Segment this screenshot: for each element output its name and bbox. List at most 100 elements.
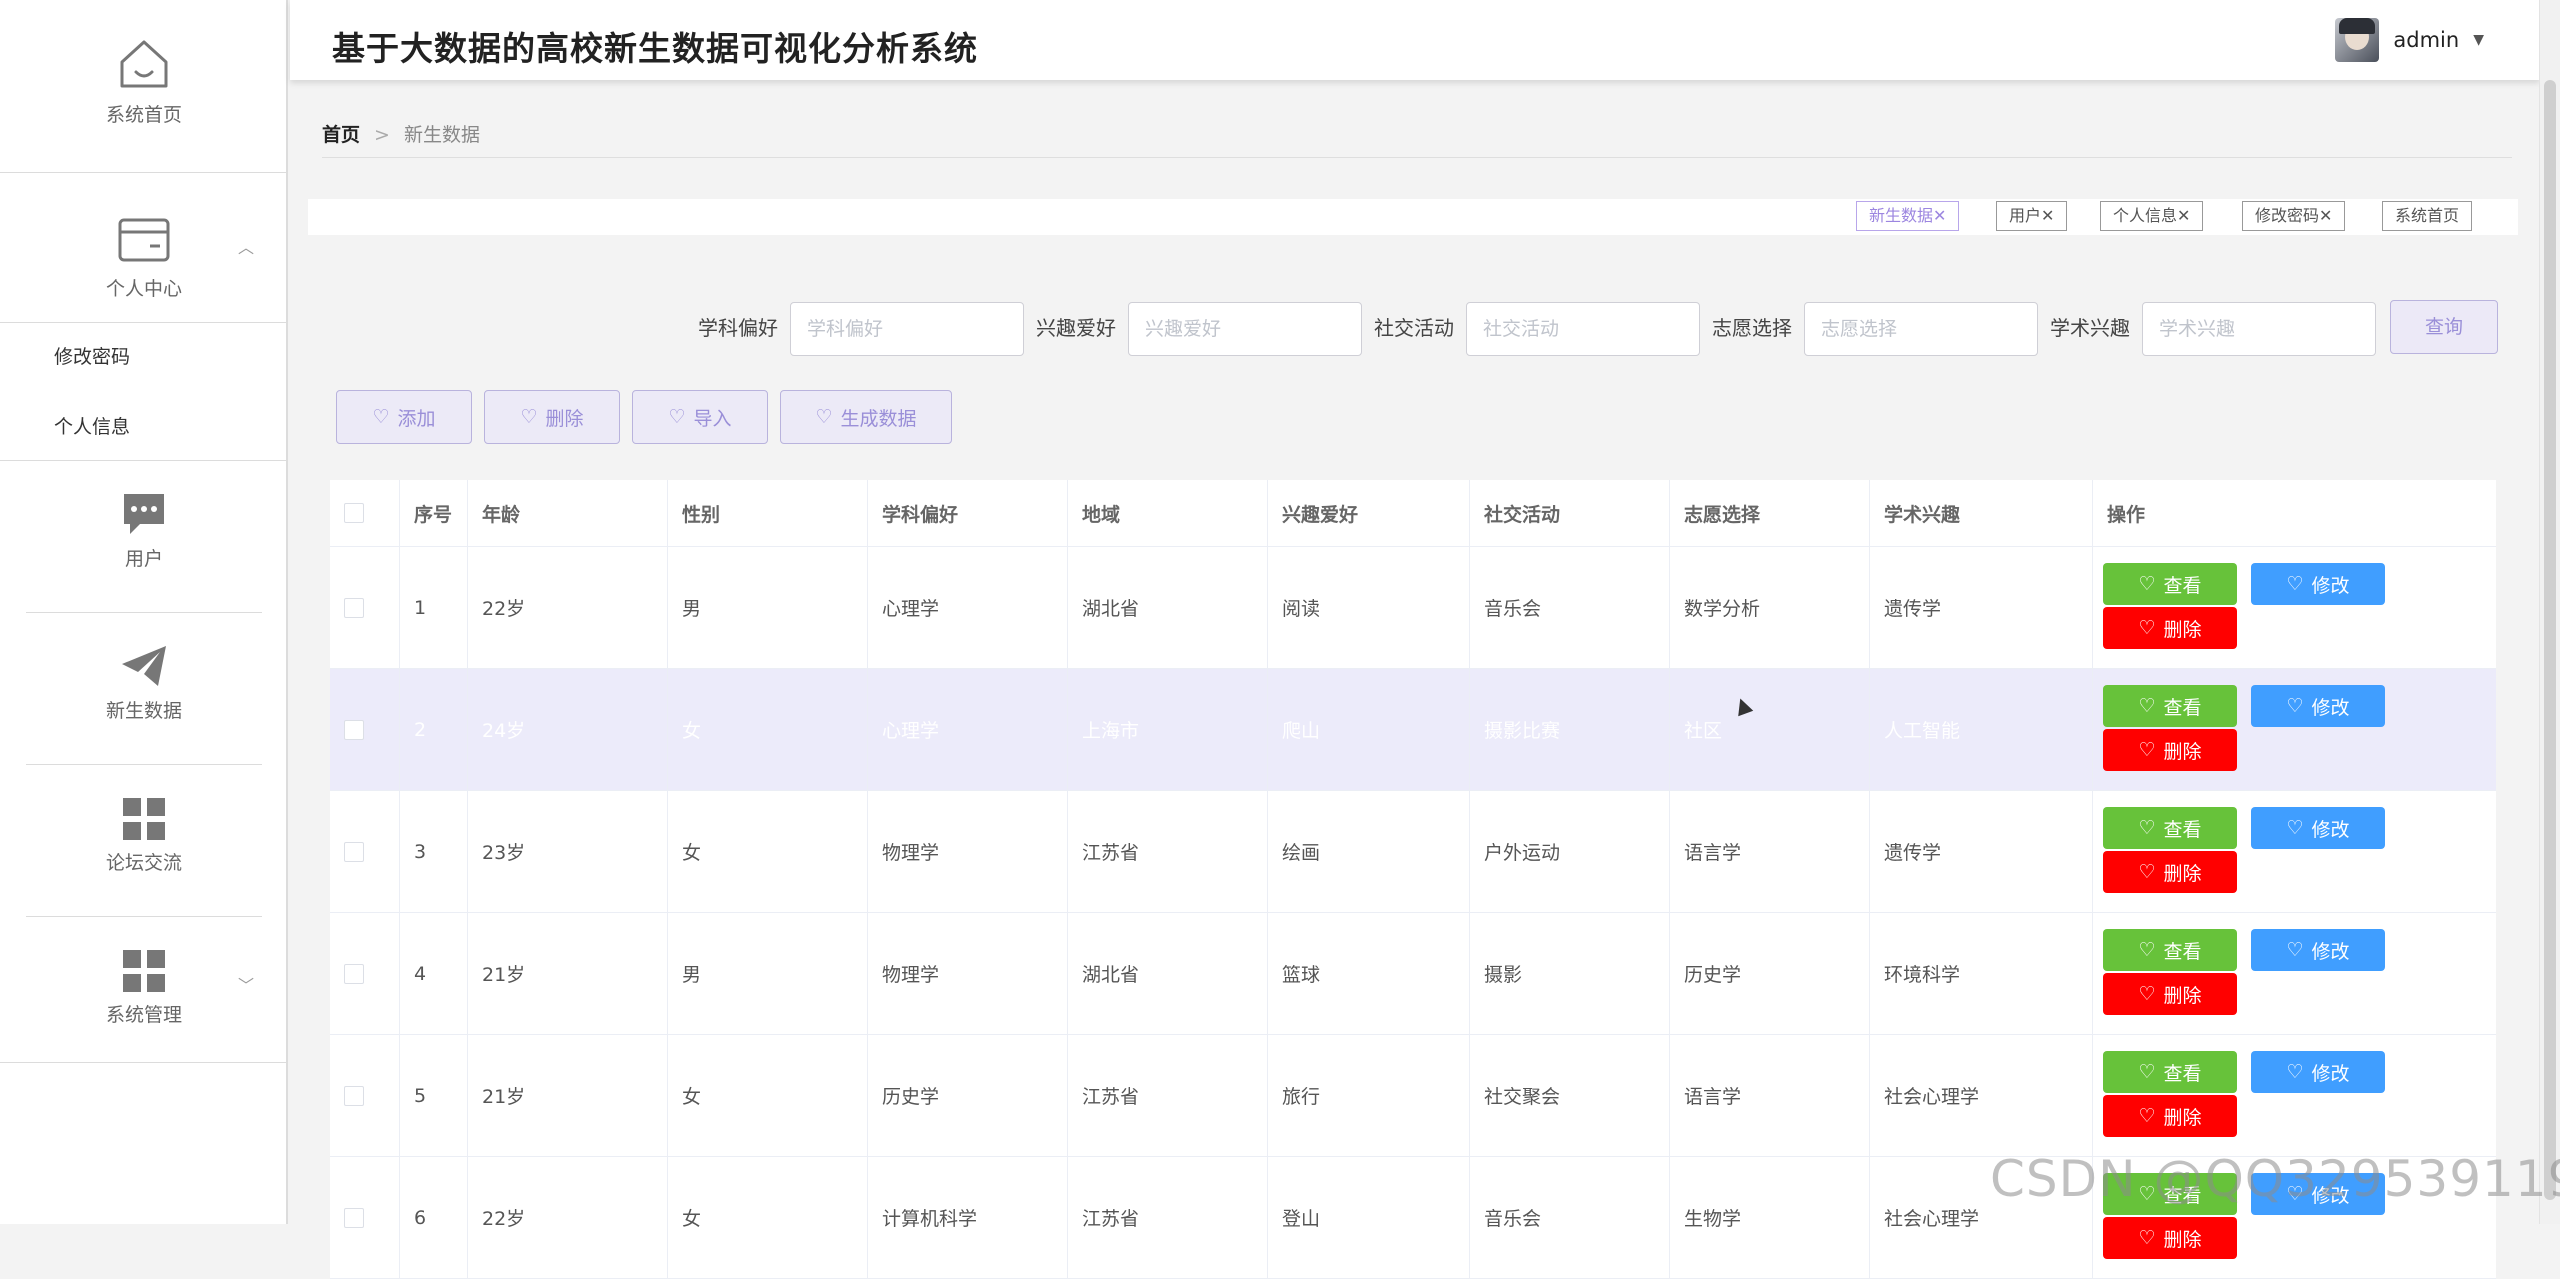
row-delete-button[interactable]: ♡ 删除: [2103, 729, 2237, 771]
row-select-cell: [330, 1035, 400, 1156]
tag-change-password[interactable]: 修改密码✕: [2242, 201, 2346, 231]
watermark: CSDN @QQ3295391197: [1990, 1150, 2560, 1208]
row-operations: ♡ 查看 ♡ 修改 ♡ 删除: [2093, 669, 2496, 790]
row-checkbox[interactable]: [344, 841, 364, 862]
table-cell: 21岁: [468, 1035, 668, 1156]
import-button[interactable]: ♡ 导入: [632, 390, 768, 444]
query-button[interactable]: 查询: [2390, 300, 2498, 354]
table-cell: 心理学: [868, 547, 1068, 668]
table-row[interactable]: 5 21岁女历史学 江苏省 旅行 社交聚会 语言学 社会心理学 ♡ 查看 ♡ 修改 ♡ 删除: [330, 1035, 2496, 1157]
table-cell: 1: [400, 547, 468, 668]
row-checkbox[interactable]: [344, 963, 364, 984]
scrollbar-thumb[interactable]: [2544, 80, 2556, 1200]
sidebar-subitem-change-password[interactable]: 修改密码: [54, 342, 130, 369]
table-row[interactable]: 3 23岁女物理学 江苏省 绘画 户外运动 语言学 遗传学 ♡ 查看 ♡ 修改 ♡ 删除: [330, 791, 2496, 913]
sidebar-item-user[interactable]: 用户: [0, 492, 288, 571]
hobby-input[interactable]: [1128, 302, 1362, 356]
row-delete-button[interactable]: ♡ 删除: [2103, 973, 2237, 1015]
sidebar-item-freshman-data[interactable]: 新生数据: [0, 644, 288, 723]
row-select-cell: [330, 669, 400, 790]
social-input[interactable]: [1466, 302, 1700, 356]
add-button[interactable]: ♡ 添加: [336, 390, 472, 444]
tag-home[interactable]: 系统首页: [2382, 201, 2473, 231]
row-delete-button-label: 删除: [2163, 862, 2202, 885]
row-delete-button[interactable]: ♡ 删除: [2103, 1095, 2237, 1137]
row-delete-button[interactable]: ♡ 删除: [2103, 1217, 2237, 1259]
app-title: 基于大数据的高校新生数据可视化分析系统: [332, 29, 978, 68]
row-delete-button[interactable]: ♡ 删除: [2103, 607, 2237, 649]
edit-button[interactable]: ♡ 修改: [2251, 685, 2385, 727]
row-checkbox[interactable]: [344, 597, 364, 618]
row-checkbox[interactable]: [344, 719, 364, 740]
user-name: admin: [2393, 28, 2460, 52]
col-header: 性别: [668, 480, 868, 546]
table-row[interactable]: 4 21岁男物理学 湖北省 篮球 摄影 历史学 环境科学 ♡ 查看 ♡ 修改 ♡ 删除: [330, 913, 2496, 1035]
table-cell: 社区: [1670, 669, 1870, 790]
vertical-scrollbar[interactable]: [2539, 0, 2560, 1224]
heart-icon: ♡: [2138, 617, 2156, 639]
view-button-label: 查看: [2163, 818, 2202, 841]
sidebar-item-label: 论坛交流: [105, 852, 182, 874]
table-cell: 篮球: [1268, 913, 1470, 1034]
sidebar-item-home[interactable]: 系统首页: [0, 36, 288, 127]
edit-button[interactable]: ♡ 修改: [2251, 807, 2385, 849]
tag-freshman-data[interactable]: 新生数据✕: [1856, 201, 1960, 231]
sidebar-item-label: 用户: [124, 548, 163, 570]
delete-button[interactable]: ♡ 删除: [484, 390, 620, 444]
add-button-label: 添加: [397, 407, 436, 430]
sidebar-item-forum[interactable]: 论坛交流: [0, 798, 288, 875]
table-cell: 历史学: [1670, 913, 1870, 1034]
edit-button[interactable]: ♡ 修改: [2251, 1051, 2385, 1093]
select-all-checkbox[interactable]: [344, 503, 364, 523]
table-row[interactable]: 2 24岁女心理学 上海市 爬山 摄影比赛 社区 人工智能 ♡ 查看 ♡ 修改 ♡ 删除: [330, 669, 2496, 791]
table-cell: 女: [668, 1157, 868, 1278]
sidebar-subitem-personal-info[interactable]: 个人信息: [54, 412, 130, 439]
row-delete-button-label: 删除: [2163, 618, 2202, 641]
sidebar-item-personal-center[interactable]: 个人中心 ︿: [0, 214, 288, 301]
heart-icon: ♡: [2138, 573, 2156, 595]
heart-icon: ♡: [520, 406, 538, 428]
edit-button-label: 修改: [2311, 574, 2350, 597]
heart-icon: ♡: [2138, 983, 2156, 1005]
row-checkbox[interactable]: [344, 1085, 364, 1106]
divider: [0, 322, 288, 323]
sidebar-item-system-mgmt[interactable]: 系统管理 ﹀: [0, 950, 288, 1027]
academic-input[interactable]: [2142, 302, 2376, 356]
table-cell: 女: [668, 669, 868, 790]
volunteer-input[interactable]: [1804, 302, 2038, 356]
table-cell: 语言学: [1670, 791, 1870, 912]
col-header: 年龄: [468, 480, 668, 546]
tag-personal-info[interactable]: 个人信息✕: [2100, 201, 2204, 231]
row-select-cell: [330, 913, 400, 1034]
edit-button[interactable]: ♡ 修改: [2251, 929, 2385, 971]
row-delete-button[interactable]: ♡ 删除: [2103, 851, 2237, 893]
row-delete-button-label: 删除: [2163, 1106, 2202, 1129]
view-button[interactable]: ♡ 查看: [2103, 563, 2237, 605]
user-menu[interactable]: admin ▼: [2335, 18, 2484, 62]
tag-user[interactable]: 用户✕: [1996, 201, 2068, 231]
view-button[interactable]: ♡ 查看: [2103, 929, 2237, 971]
table-cell: 心理学: [868, 669, 1068, 790]
table-row[interactable]: 1 22岁男心理学 湖北省 阅读 音乐会 数学分析 遗传学 ♡ 查看 ♡ 修改 ♡ 删除: [330, 547, 2496, 669]
table-cell: 江苏省: [1068, 1157, 1268, 1278]
table-cell: 爬山: [1268, 669, 1470, 790]
heart-icon: ♡: [2138, 1105, 2156, 1127]
table-cell: 摄影: [1470, 913, 1670, 1034]
divider: [0, 1062, 288, 1063]
view-button[interactable]: ♡ 查看: [2103, 685, 2237, 727]
breadcrumb-home[interactable]: 首页: [322, 124, 360, 146]
table-cell: 物理学: [868, 913, 1068, 1034]
table-header: 序号 年龄 性别 学科偏好 地域 兴趣爱好 社交活动 志愿选择 学术兴趣 操作: [330, 480, 2496, 547]
row-select-cell: [330, 1157, 400, 1278]
row-checkbox[interactable]: [344, 1207, 364, 1228]
subject-input[interactable]: [790, 302, 1024, 356]
generate-data-button[interactable]: ♡ 生成数据: [780, 390, 952, 444]
row-delete-button-label: 删除: [2163, 984, 2202, 1007]
table-cell: 物理学: [868, 791, 1068, 912]
view-button[interactable]: ♡ 查看: [2103, 1051, 2237, 1093]
table-cell: 江苏省: [1068, 791, 1268, 912]
heart-icon: ♡: [2286, 1061, 2304, 1083]
view-button[interactable]: ♡ 查看: [2103, 807, 2237, 849]
edit-button[interactable]: ♡ 修改: [2251, 563, 2385, 605]
sidebar-item-label: 个人中心: [105, 278, 182, 300]
